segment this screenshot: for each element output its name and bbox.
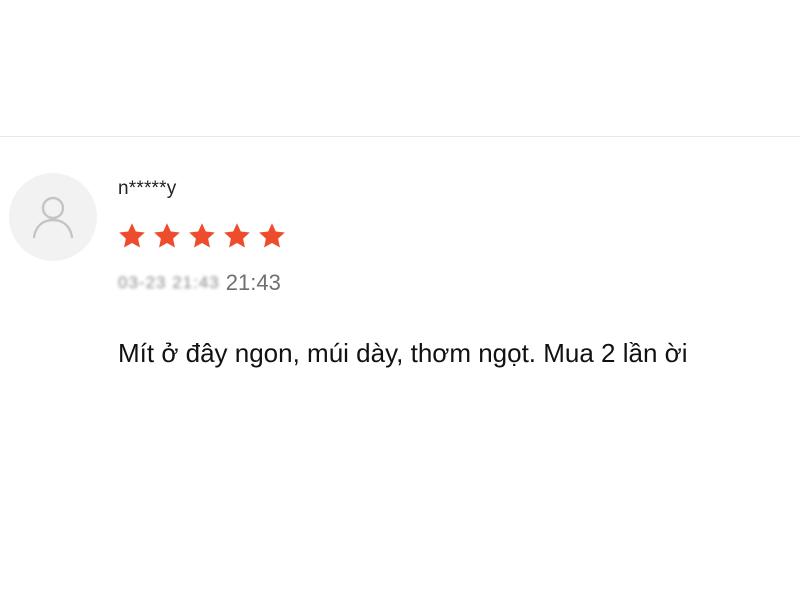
avatar [9, 173, 97, 261]
user-avatar-placeholder-icon [32, 196, 74, 239]
review-date-masked: 03-23 21:43 [118, 273, 220, 292]
review-page: n*****y 03-23 21:43 21:43 Mít ở đây ngon… [0, 0, 800, 600]
star-icon [187, 221, 217, 251]
reviewer-name: n*****y [118, 178, 177, 199]
star-rating [117, 221, 292, 251]
review-time: 21:43 [225, 270, 281, 295]
review-date: 03-23 21:43 21:43 [118, 270, 281, 296]
review-comment: Mít ở đây ngon, múi dày, thơm ngọt. Mua … [118, 338, 688, 368]
star-icon [222, 221, 252, 251]
review-item: n*****y 03-23 21:43 21:43 Mít ở đây ngon… [0, 137, 800, 600]
star-icon [152, 221, 182, 251]
star-icon [257, 221, 287, 251]
star-icon [117, 221, 147, 251]
